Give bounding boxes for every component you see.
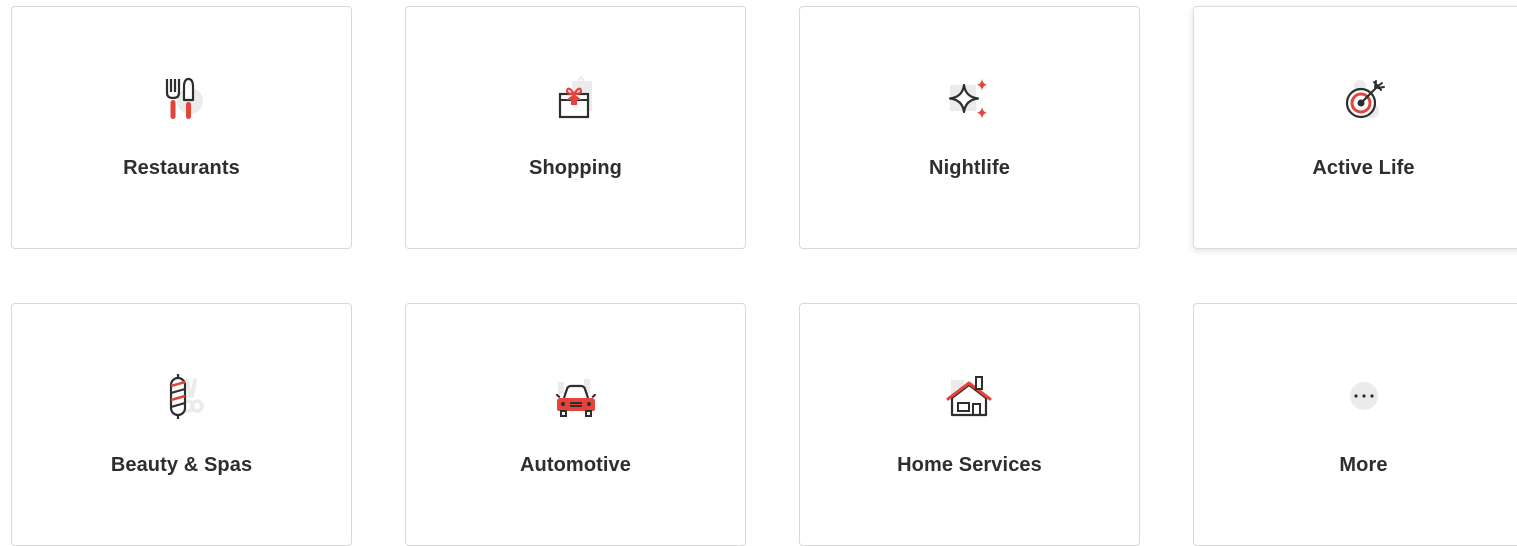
category-label: Home Services <box>897 454 1042 476</box>
category-card-home-services[interactable]: Home Services <box>799 303 1140 546</box>
more-icon <box>1336 368 1392 424</box>
house-icon <box>942 368 998 424</box>
category-label: Automotive <box>520 454 631 476</box>
category-card-shopping[interactable]: Shopping <box>405 6 746 249</box>
category-card-automotive[interactable]: Automotive <box>405 303 746 546</box>
category-card-beauty-spas[interactable]: Beauty & Spas <box>11 303 352 546</box>
car-icon <box>548 368 604 424</box>
sparkle-icon <box>942 71 998 127</box>
target-icon <box>1336 71 1392 127</box>
category-card-active-life[interactable]: Active Life <box>1193 6 1517 249</box>
category-label: Beauty & Spas <box>110 454 253 476</box>
category-card-restaurants[interactable]: Restaurants <box>11 6 352 249</box>
category-label: More <box>1339 454 1388 476</box>
category-grid: Restaurants Shopping Nightlife Active Li… <box>11 6 1517 546</box>
restaurant-icon <box>154 71 210 127</box>
category-label: Nightlife <box>929 157 1010 179</box>
category-label: Restaurants <box>123 157 240 179</box>
category-label: Shopping <box>529 157 622 179</box>
category-card-nightlife[interactable]: Nightlife <box>799 6 1140 249</box>
gift-icon <box>548 71 604 127</box>
category-label: Active Life <box>1312 157 1415 179</box>
category-card-more[interactable]: More <box>1193 303 1517 546</box>
barber-pole-icon <box>154 368 210 424</box>
